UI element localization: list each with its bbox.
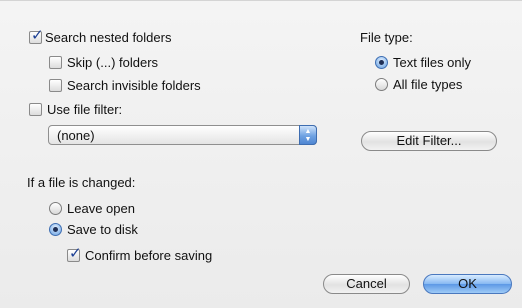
text-files-only-label: Text files only [393,55,472,70]
confirm-before-saving-label: Confirm before saving [85,248,213,263]
skip-folders-checkbox[interactable] [49,56,62,69]
confirm-before-saving-checkbox[interactable]: ✓ [67,245,82,262]
leave-open-label: Leave open [67,201,135,216]
skip-folders-label: Skip (...) folders [67,55,159,70]
if-file-changed-heading: If a file is changed: [27,175,136,190]
edit-filter-button[interactable]: Edit Filter... [361,131,497,151]
file-type-heading: File type: [360,30,413,45]
leave-open-radio[interactable] [49,202,62,215]
radio-selected-dot-icon [53,227,58,232]
save-to-disk-radio[interactable] [49,223,62,236]
checkmark-icon: ✓ [31,27,44,44]
find-options-sheet: ✓ Search nested folders Skip (...) folde… [0,0,522,308]
use-file-filter-checkbox[interactable] [29,103,42,116]
search-invisible-folders-label: Search invisible folders [67,78,201,93]
save-to-disk-label: Save to disk [67,222,138,237]
search-nested-folders-checkbox[interactable]: ✓ [29,27,44,44]
cancel-button[interactable]: Cancel [323,274,410,294]
radio-selected-dot-icon [379,60,384,65]
all-file-types-label: All file types [393,77,463,92]
file-filter-value: (none) [57,128,95,143]
checkmark-icon: ✓ [69,245,82,262]
popup-arrows-icon: ▲ ▼ [299,125,317,145]
text-files-only-radio[interactable] [375,56,388,69]
file-filter-popup[interactable]: (none) ▲ ▼ [48,125,317,145]
all-file-types-radio[interactable] [375,78,388,91]
search-nested-folders-label: Search nested folders [45,30,172,45]
ok-button[interactable]: OK [423,274,512,294]
search-invisible-folders-checkbox[interactable] [49,79,62,92]
use-file-filter-label: Use file filter: [47,102,123,117]
